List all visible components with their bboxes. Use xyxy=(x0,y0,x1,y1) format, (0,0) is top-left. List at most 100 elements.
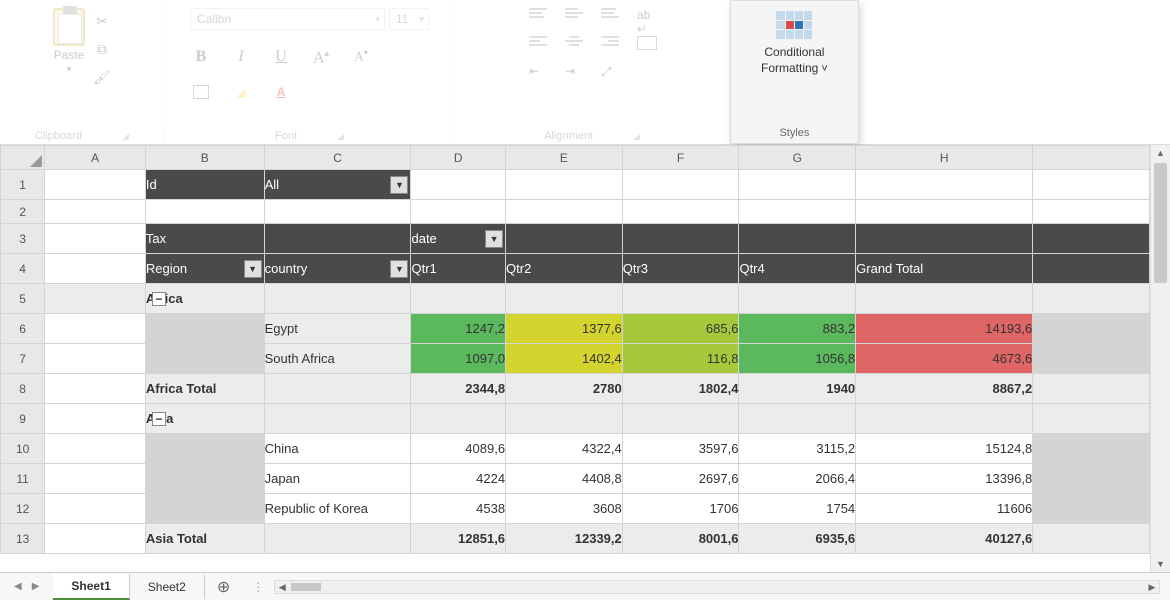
country-cell[interactable]: China xyxy=(264,434,411,464)
cell[interactable] xyxy=(622,404,739,434)
cell[interactable] xyxy=(145,434,264,464)
cell[interactable] xyxy=(45,224,146,254)
cell[interactable] xyxy=(264,200,411,224)
pivot-country-filter[interactable]: country▼ xyxy=(264,254,411,284)
cell[interactable] xyxy=(1033,170,1150,200)
scroll-right-icon[interactable]: ▶ xyxy=(1145,581,1159,593)
value-cell[interactable]: 1940 xyxy=(739,374,856,404)
align-top-button[interactable] xyxy=(529,8,547,24)
col-header[interactable]: H xyxy=(856,146,1033,170)
value-cell[interactable]: 4089,6 xyxy=(411,434,506,464)
value-cell[interactable]: 8867,2 xyxy=(856,374,1033,404)
value-cell[interactable]: 8001,6 xyxy=(622,524,739,554)
country-cell[interactable]: South Africa xyxy=(264,344,411,374)
row-header[interactable]: 5 xyxy=(1,284,45,314)
cell[interactable] xyxy=(45,374,146,404)
cell[interactable] xyxy=(622,224,739,254)
cell[interactable] xyxy=(264,284,411,314)
value-cell[interactable]: 14193,6 xyxy=(856,314,1033,344)
value-cell[interactable]: 3597,6 xyxy=(622,434,739,464)
italic-button[interactable]: I xyxy=(230,48,252,67)
col-header[interactable]: E xyxy=(506,146,623,170)
copy-icon[interactable] xyxy=(93,40,111,58)
cell[interactable] xyxy=(45,434,146,464)
align-right-button[interactable] xyxy=(601,36,619,52)
row-header[interactable]: 10 xyxy=(1,434,45,464)
cell[interactable] xyxy=(856,170,1033,200)
value-cell[interactable]: 1706 xyxy=(622,494,739,524)
cell[interactable] xyxy=(1033,314,1150,344)
cell[interactable] xyxy=(622,170,739,200)
col-header[interactable]: G xyxy=(739,146,856,170)
cell[interactable] xyxy=(1033,494,1150,524)
tab-split-handle[interactable]: ⋮ xyxy=(252,580,264,594)
fill-color-button[interactable] xyxy=(230,85,252,102)
row-header[interactable]: 2 xyxy=(1,200,45,224)
cell[interactable] xyxy=(264,374,411,404)
cell[interactable] xyxy=(411,170,506,200)
col-header[interactable]: A xyxy=(45,146,146,170)
cell[interactable] xyxy=(45,464,146,494)
dropdown-icon[interactable]: ▼ xyxy=(244,260,262,278)
conditional-formatting-button[interactable]: ConditionalFormatting xyxy=(761,11,828,76)
cell[interactable] xyxy=(145,344,264,374)
sheet-tab[interactable]: Sheet2 xyxy=(130,575,205,599)
cell[interactable] xyxy=(739,200,856,224)
cell[interactable] xyxy=(506,200,623,224)
collapse-icon[interactable]: − xyxy=(152,412,166,426)
cell[interactable] xyxy=(45,170,146,200)
dropdown-icon[interactable]: ▼ xyxy=(390,176,408,194)
value-cell[interactable]: 1402,4 xyxy=(506,344,623,374)
cell[interactable] xyxy=(45,524,146,554)
value-cell[interactable]: 12851,6 xyxy=(411,524,506,554)
row-header[interactable]: 3 xyxy=(1,224,45,254)
region-total-label[interactable]: Africa Total xyxy=(145,374,264,404)
cell[interactable] xyxy=(1033,404,1150,434)
tab-nav-prev-icon[interactable]: ◀ xyxy=(14,581,22,592)
cell[interactable] xyxy=(264,524,411,554)
cell[interactable] xyxy=(1033,434,1150,464)
cell[interactable] xyxy=(1033,200,1150,224)
scroll-up-icon[interactable]: ▲ xyxy=(1151,145,1170,161)
cell[interactable] xyxy=(622,284,739,314)
value-cell[interactable]: 6935,6 xyxy=(739,524,856,554)
value-cell[interactable]: 1802,4 xyxy=(622,374,739,404)
country-cell[interactable]: Republic of Korea xyxy=(264,494,411,524)
value-cell[interactable]: 4538 xyxy=(411,494,506,524)
value-cell[interactable]: 883,2 xyxy=(739,314,856,344)
font-size-combo[interactable]: 11 xyxy=(389,8,429,30)
cell[interactable] xyxy=(739,170,856,200)
wrap-text-button[interactable]: ab↵ xyxy=(637,8,655,24)
font-name-combo[interactable]: Calibri xyxy=(190,8,385,30)
value-cell[interactable]: 2344,8 xyxy=(411,374,506,404)
value-cell[interactable]: 2066,4 xyxy=(739,464,856,494)
cell[interactable] xyxy=(45,404,146,434)
merge-cells-button[interactable] xyxy=(637,36,655,52)
scroll-down-icon[interactable]: ▼ xyxy=(1151,556,1170,572)
bold-button[interactable]: B xyxy=(190,48,212,67)
increase-indent-button[interactable]: ⇥ xyxy=(565,64,583,80)
cell[interactable] xyxy=(506,404,623,434)
cell[interactable] xyxy=(1033,284,1150,314)
cell[interactable] xyxy=(1033,374,1150,404)
cell[interactable] xyxy=(45,344,146,374)
cell[interactable] xyxy=(856,224,1033,254)
cell[interactable] xyxy=(506,224,623,254)
pivot-region-filter[interactable]: Region▼ xyxy=(145,254,264,284)
decrease-font-button[interactable]: A▾ xyxy=(350,48,372,67)
select-all-corner[interactable] xyxy=(1,146,45,170)
cell[interactable] xyxy=(411,200,506,224)
orientation-button[interactable]: ⤢ xyxy=(601,64,619,80)
align-middle-button[interactable] xyxy=(565,8,583,24)
pivot-qtr-header[interactable]: Qtr1 xyxy=(411,254,506,284)
value-cell[interactable]: 13396,8 xyxy=(856,464,1033,494)
row-header[interactable]: 1 xyxy=(1,170,45,200)
cell[interactable] xyxy=(411,284,506,314)
value-cell[interactable]: 1056,8 xyxy=(739,344,856,374)
cut-icon[interactable] xyxy=(93,12,111,30)
cell[interactable] xyxy=(145,494,264,524)
spreadsheet-grid[interactable]: A B C D E F G H 1 Id All▼ 2 3 Tax date▼ … xyxy=(0,145,1150,572)
value-cell[interactable]: 2697,6 xyxy=(622,464,739,494)
cell[interactable] xyxy=(739,284,856,314)
value-cell[interactable]: 4408,8 xyxy=(506,464,623,494)
